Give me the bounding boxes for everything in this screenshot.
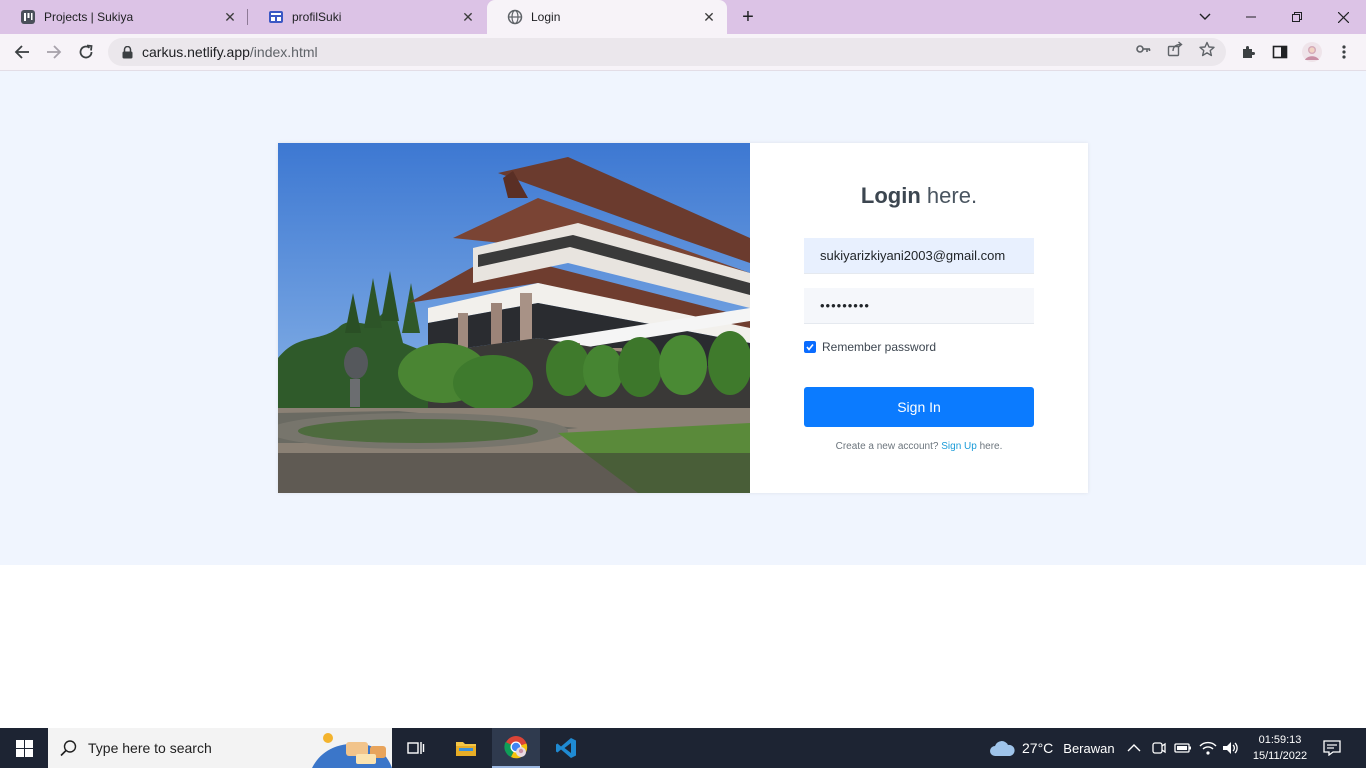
folder-icon [456,742,476,756]
lock-icon[interactable] [120,45,134,59]
task-view-icon [407,742,425,754]
url-text: carkus.netlify.app/index.html [142,44,318,60]
tab-projects-sukiya[interactable]: Projects | Sukiya ✕ [0,0,248,34]
forward-button[interactable] [42,40,66,64]
menu-kebab-icon[interactable] [1332,40,1356,64]
search-placeholder: Type here to search [88,740,212,756]
task-view-button[interactable] [392,728,440,768]
notification-center-button[interactable] [1323,728,1341,768]
share-icon[interactable] [1166,40,1184,58]
windows-taskbar: Type here to search 27°C Berawan 01:59:1… [0,728,1366,768]
campus-building-photo [278,143,750,493]
close-icon[interactable]: ✕ [222,9,238,25]
start-button[interactable] [0,728,48,768]
minimize-button[interactable] [1228,0,1274,34]
vscode-icon [556,738,576,758]
project-favicon-icon [20,9,36,25]
url-path: /index.html [249,44,318,60]
battery-icon[interactable] [1174,728,1192,768]
key-icon[interactable] [1134,40,1152,58]
tab-title: Projects | Sukiya [44,10,134,24]
sign-in-button[interactable]: Sign In [804,387,1034,427]
create-prefix: Create a new account? [835,441,942,452]
url-host: carkus.netlify.app [142,44,250,60]
tab-search-button[interactable] [1182,0,1228,34]
restore-icon [1292,12,1302,22]
profile-avatar[interactable] [1300,40,1324,64]
wifi-icon[interactable] [1199,728,1217,768]
close-icon [1337,11,1349,23]
back-button[interactable] [10,40,34,64]
login-heading: Login here. [750,183,1088,209]
create-account-text: Create a new account? Sign Up here. [750,441,1088,452]
remember-password[interactable]: Remember password [804,340,936,354]
checkmark-icon [806,344,814,351]
cloud-icon [990,741,1015,756]
taskbar-search[interactable]: Type here to search [48,728,392,768]
side-panel-icon[interactable] [1268,40,1292,64]
address-bar[interactable]: carkus.netlify.app/index.html [108,38,1226,66]
search-icon [60,739,78,757]
bookmark-star-icon[interactable] [1198,40,1216,58]
meet-now-icon[interactable] [1151,728,1167,768]
extensions-puzzle-icon[interactable] [1236,40,1260,64]
avatar-icon [1302,42,1322,62]
clock-date: 15/11/2022 [1252,750,1308,762]
create-suffix: here. [976,441,1003,452]
weather-description: Berawan [1063,740,1115,756]
password-field[interactable] [804,288,1034,324]
file-explorer-button[interactable] [442,728,490,768]
email-field[interactable] [804,238,1034,274]
chrome-icon [504,736,528,759]
remember-label: Remember password [822,340,937,354]
tab-title: Login [531,10,561,24]
restore-button[interactable] [1274,0,1320,34]
reload-button[interactable] [74,40,98,64]
volume-icon[interactable] [1222,728,1240,768]
globe-icon [507,9,523,25]
show-hidden-icons-button[interactable] [1127,728,1141,768]
tab-profilsuki[interactable]: profilSuki ✕ [248,0,486,34]
search-highlight-illustration [312,733,392,768]
weather-widget[interactable]: 27°C Berawan [988,728,1115,768]
windows-logo-icon [15,739,33,757]
tab-strip: Projects | Sukiya ✕ profilSuki ✕ Login ✕… [0,0,1366,34]
chrome-taskbar-button[interactable] [492,728,540,768]
reload-icon [79,44,93,59]
minimize-icon [1246,16,1256,18]
chevron-down-icon [1199,13,1211,20]
login-heading-rest: here. [920,183,978,208]
close-icon[interactable]: ✕ [701,9,717,25]
weather-temperature: 27°C [1022,740,1054,756]
login-heading-bold: Login [860,183,921,208]
login-card: Login here. Remember password Sign In Cr… [278,143,1088,493]
sign-up-link[interactable]: Sign Up [941,441,977,452]
remember-checkbox[interactable] [804,341,816,353]
tab-login-active[interactable]: Login ✕ [487,0,727,34]
browser-toolbar: carkus.netlify.app/index.html [0,34,1366,71]
layout-favicon-icon [268,9,284,25]
system-clock[interactable]: 01:59:13 15/11/2022 [1240,732,1320,764]
new-tab-button[interactable]: + [736,5,760,29]
close-window-button[interactable] [1320,0,1366,34]
notification-icon [1323,740,1341,756]
page-background: Login here. Remember password Sign In Cr… [0,71,1366,565]
arrow-right-icon [47,45,62,59]
close-icon[interactable]: ✕ [460,9,476,25]
arrow-left-icon [14,45,29,59]
tab-title: profilSuki [292,10,342,24]
login-form: Login here. Remember password Sign In Cr… [750,143,1088,493]
clock-time: 01:59:13 [1258,734,1302,746]
vscode-taskbar-button[interactable] [542,728,590,768]
chevron-up-icon [1127,744,1141,752]
